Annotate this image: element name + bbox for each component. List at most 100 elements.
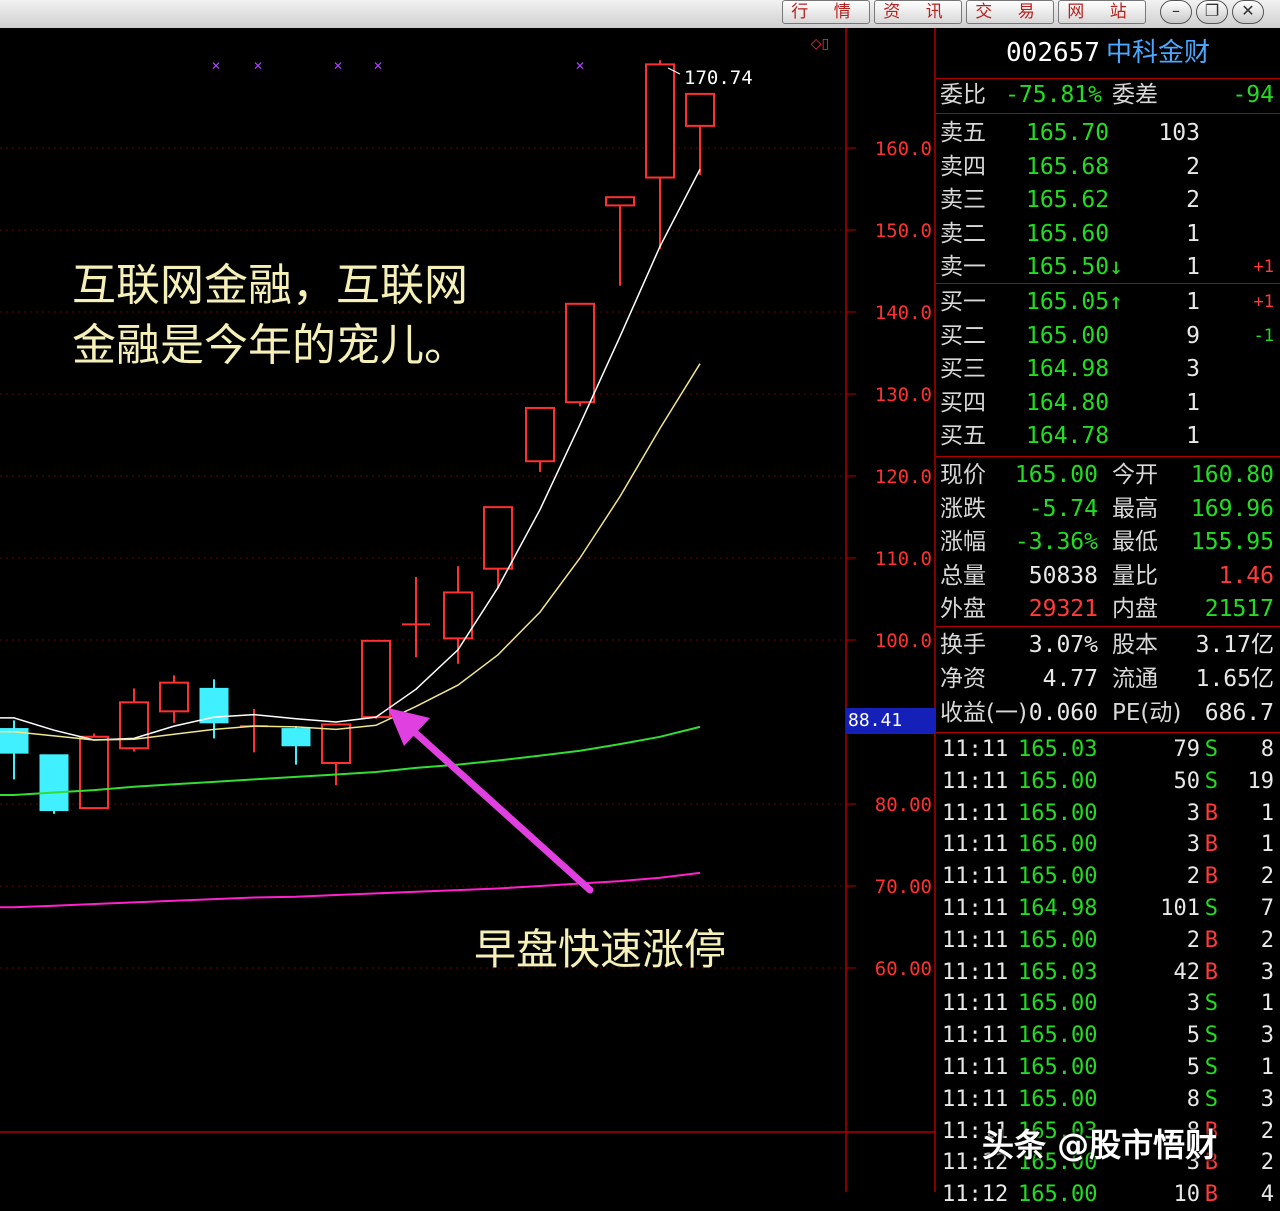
quote-label-2: 内盘	[1112, 596, 1158, 622]
y-tick-label: 110.0	[875, 548, 932, 570]
annotation-line-2: 金融是今年的宠儿。	[72, 320, 468, 371]
sell-price: 165.70	[1026, 120, 1110, 146]
buy-level-label: 买一	[940, 289, 986, 315]
buy-change: +1	[1253, 292, 1274, 312]
sell-row: 卖三 165.62 2	[936, 183, 1280, 217]
event-marker: ✕	[575, 59, 585, 73]
menu-button-news[interactable]: 资 讯	[874, 0, 962, 24]
tick-count: 2	[1260, 864, 1274, 890]
y-tick-label: 60.00	[875, 958, 932, 980]
tick-price: 165.00	[1018, 768, 1098, 794]
sell-row: 卖二 165.60 1	[936, 217, 1280, 251]
fundamental-value-2: 686.7	[1204, 700, 1274, 726]
buy-level-label: 买三	[940, 356, 986, 383]
event-marker: ✕	[211, 59, 221, 73]
fundamental-value: 0.060	[1028, 700, 1098, 726]
tick-volume: 5	[1186, 1023, 1200, 1049]
quote-label-2: 量比	[1112, 562, 1158, 589]
tick-time: 11:11	[942, 1023, 1009, 1049]
sell-volume: 2	[1186, 153, 1200, 180]
weicha-label: 委差	[1112, 82, 1158, 108]
kline-chart: 160.0 150.0 140.0 130.0 120.0 110.0 100.0 80.00…	[0, 28, 936, 1192]
sell-row: 卖四 165.68 2	[936, 150, 1280, 184]
stock-code: 002657	[1006, 38, 1100, 68]
minimize-icon[interactable]: –	[1160, 0, 1192, 24]
tick-side: B	[1204, 1182, 1218, 1208]
buy-row: 买五 164.78 1	[936, 419, 1280, 453]
quote-value-2: 169.96	[1190, 495, 1274, 522]
tick-count: 1	[1260, 832, 1274, 858]
candle-body	[565, 302, 595, 404]
tick-price: 165.03	[1018, 737, 1098, 762]
buy-level-label: 买四	[940, 389, 986, 416]
tick-row: 11:11 165.00 5 S 3	[936, 1020, 1280, 1052]
tick-volume: 101	[1160, 896, 1200, 921]
tick-side: B	[1204, 927, 1218, 953]
quote-value: -3.36%	[1014, 529, 1098, 555]
fundamental-row: 收益(一) 0.060 PE(动) 686.7	[936, 696, 1280, 730]
tick-volume: 3	[1186, 991, 1200, 1017]
tick-volume: 79	[1173, 737, 1201, 762]
tick-count: 7	[1260, 896, 1274, 921]
candle-body	[39, 754, 69, 812]
tick-count: 4	[1260, 1182, 1274, 1208]
tick-price: 165.00	[1018, 864, 1098, 890]
fundamental-value-2: 3.17亿	[1195, 632, 1274, 658]
tick-volume: 2	[1186, 864, 1200, 890]
tick-time: 11:11	[942, 800, 1009, 826]
sell-price: 165.62	[1026, 187, 1110, 214]
tick-time: 11:12	[942, 1182, 1009, 1208]
quote-label: 涨幅	[940, 529, 986, 555]
restore-icon[interactable]: ❐	[1196, 0, 1228, 24]
tick-row: 11:11 165.00 3 B 1	[936, 829, 1280, 861]
quote-value-2: 160.80	[1190, 462, 1274, 488]
stock-name: 中科金财	[1105, 38, 1210, 68]
sell-row: 卖五 165.70 103	[936, 116, 1280, 150]
tick-price: 165.00	[1018, 1182, 1098, 1208]
tick-side: S	[1204, 896, 1218, 921]
candle-body	[79, 735, 109, 810]
close-icon[interactable]: ✕	[1232, 0, 1264, 24]
sell-level-label: 卖一	[940, 254, 986, 281]
tick-price: 165.00	[1018, 927, 1098, 953]
tick-side: S	[1204, 1023, 1218, 1049]
high-label: 170.74	[684, 67, 753, 89]
sell-volume: 103	[1158, 120, 1200, 146]
menu-button-website[interactable]: 网 站	[1058, 0, 1146, 24]
y-tick-label: 100.0	[875, 630, 932, 652]
tick-volume: 5	[1186, 1055, 1200, 1080]
quote-label-2: 今开	[1112, 462, 1158, 488]
tick-time: 11:11	[942, 864, 1009, 890]
tick-row: 11:11 165.03 79 S 8	[936, 734, 1280, 766]
divider	[936, 626, 1280, 627]
y-tick-label: 80.00	[875, 794, 932, 816]
buy-row: 买一 165.05↑ 1 +1	[936, 285, 1280, 319]
sell-volume: 2	[1186, 187, 1200, 214]
stock-title: 002657 中科金财	[936, 28, 1280, 78]
sell-level-label: 卖二	[940, 220, 986, 247]
candle-body	[605, 196, 635, 207]
buy-row: 买三 164.98 3	[936, 352, 1280, 386]
tick-price: 165.00	[1018, 832, 1098, 858]
buy-level-label: 买五	[940, 423, 986, 450]
buy-price: 164.80	[1026, 389, 1110, 416]
tick-price: 165.00	[1018, 800, 1098, 826]
sell-price: 165.50↓	[1026, 254, 1123, 281]
tick-side: B	[1204, 959, 1218, 985]
sell-volume: 1	[1186, 254, 1200, 281]
quote-label-2: 最低	[1112, 529, 1158, 555]
menu-button-quotes[interactable]: 行 情	[782, 0, 870, 24]
tick-count: 3	[1260, 1086, 1274, 1112]
sell-change: +1	[1253, 257, 1274, 278]
quote-value: -5.74	[1028, 495, 1098, 522]
menu-button-trade[interactable]: 交 易	[966, 0, 1054, 24]
tick-count: 8	[1260, 737, 1274, 762]
tick-row: 11:11 164.98 101 S 7	[936, 893, 1280, 925]
tick-price: 165.00	[1018, 991, 1098, 1017]
tick-side: B	[1204, 864, 1218, 890]
quote-label: 外盘	[940, 596, 986, 622]
candle-body	[525, 406, 555, 463]
tick-price: 165.00	[1018, 1086, 1098, 1112]
quote-row: 现价 165.00 今开 160.80	[936, 458, 1280, 492]
tick-time: 11:11	[942, 959, 1009, 985]
